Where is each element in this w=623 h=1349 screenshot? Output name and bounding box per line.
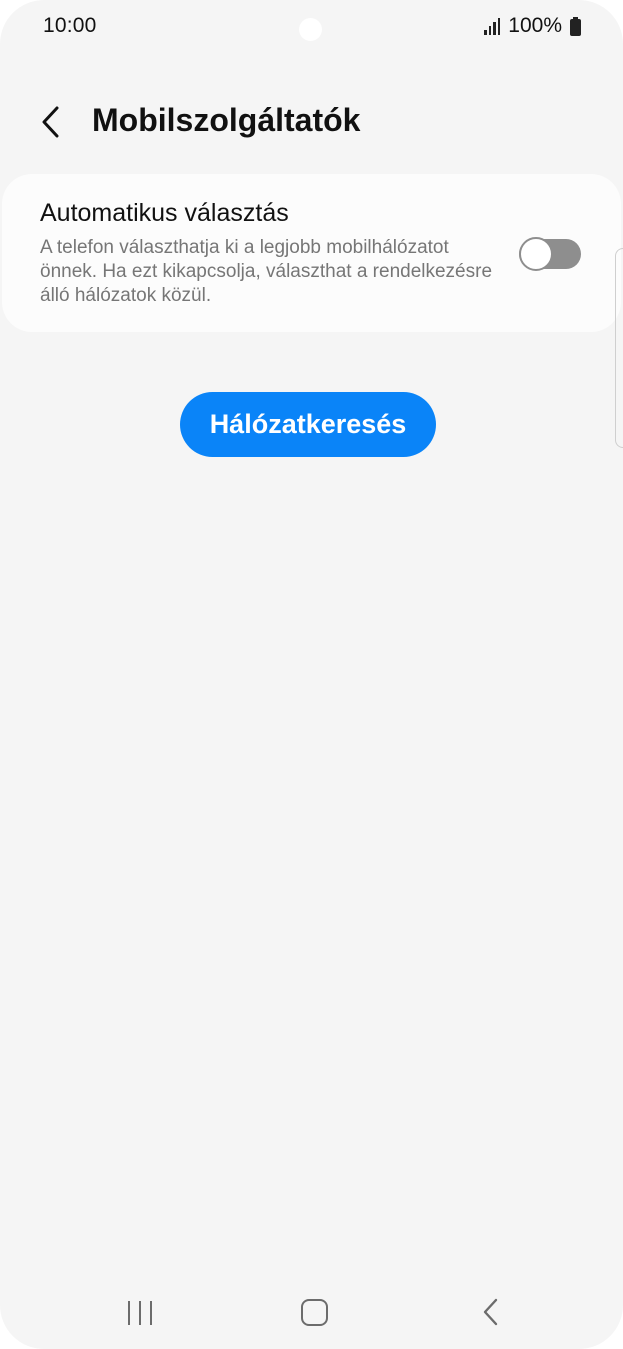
auto-select-card[interactable]: Automatikus választás A telefon választh… xyxy=(2,174,621,332)
signal-icon xyxy=(484,17,502,35)
status-indicators: 100% xyxy=(484,14,581,38)
toggle-knob xyxy=(519,237,553,271)
setting-description: A telefon választhatja ki a legjobb mobi… xyxy=(40,237,493,306)
battery-icon xyxy=(570,16,581,36)
home-icon[interactable] xyxy=(298,1296,330,1328)
status-bar: 10:00 100% xyxy=(0,0,623,56)
header: Mobilszolgáltatók xyxy=(0,86,623,158)
back-icon[interactable] xyxy=(474,1296,506,1328)
setting-title: Automatikus választás xyxy=(40,199,289,227)
screen: 10:00 100% Mobilszolgáltatók Automatikus… xyxy=(0,0,623,1349)
camera-cutout xyxy=(299,18,322,41)
navigation-bar xyxy=(0,1280,623,1344)
auto-select-toggle[interactable] xyxy=(519,237,581,271)
status-time: 10:00 xyxy=(43,14,97,37)
chevron-left-icon xyxy=(42,106,59,138)
battery-percentage: 100% xyxy=(508,14,562,37)
network-search-button[interactable]: Hálózatkeresés xyxy=(180,392,436,457)
back-button[interactable] xyxy=(30,100,70,144)
page-title: Mobilszolgáltatók xyxy=(92,102,361,138)
recents-icon[interactable] xyxy=(122,1298,158,1328)
scroll-indicator[interactable] xyxy=(615,248,623,448)
